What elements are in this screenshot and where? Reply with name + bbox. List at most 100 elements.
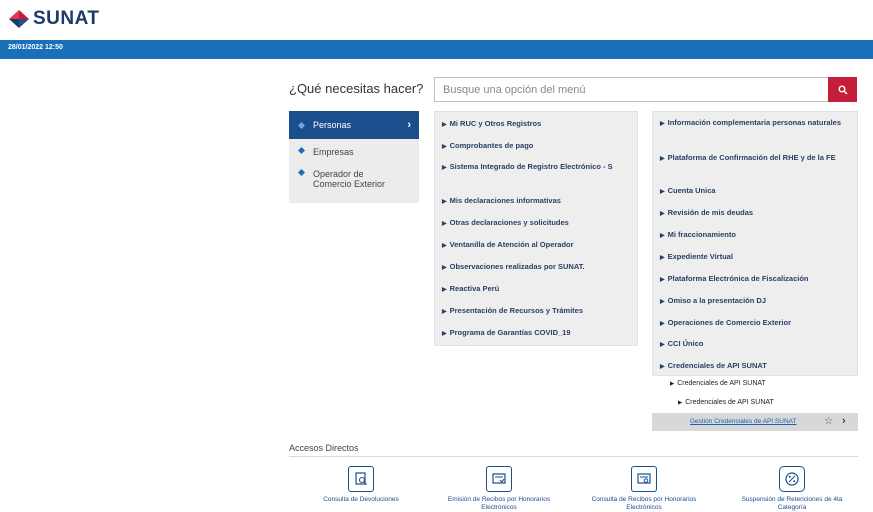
star-icon[interactable]: ☆ [824, 416, 833, 427]
menu-item[interactable]: ▶ Sistema Integrado de Registro Electróni… [442, 162, 634, 174]
menu-item-label: Mis declaraciones informativas [449, 196, 561, 205]
percent-icon [779, 466, 805, 492]
menu-item-label: Ventanilla de Atención al Operador [449, 240, 574, 249]
menu-item-label: Programa de Garantías COVID_19 [449, 328, 571, 337]
triangle-right-icon: ▶ [442, 221, 447, 227]
menu-item[interactable]: ▶ Plataforma Electrónica de Fiscalización [660, 274, 809, 286]
menu-panel-left: ▶ Mi RUC y Otros Registros ▶ Comprobantes … [434, 111, 638, 346]
menu-item[interactable]: ▶ Reactiva Perú [442, 284, 499, 296]
menu-item-label: Operaciones de Comercio Exterior [667, 318, 792, 327]
status-bar: 28/01/2022 12:50 [0, 40, 873, 59]
menu-item-label: CCI Único [667, 339, 704, 348]
diamond-icon [298, 169, 305, 176]
menu-item-label: Mi RUC y Otros Registros [449, 119, 542, 128]
menu-item[interactable]: ▶ Observaciones realizadas por SUNAT. [442, 262, 585, 274]
category-label: Operador de Comercio Exterior [313, 169, 386, 189]
menu-item-label: Información complementaria personas natu… [667, 118, 842, 127]
menu-item[interactable]: ▶ Mis declaraciones informativas [442, 196, 561, 208]
menu-item[interactable]: ▶ Presentación de Recursos y Trámites [442, 306, 583, 318]
menu-item[interactable]: ▶ Programa de Garantías COVID_19 [442, 328, 571, 340]
sunat-logo-icon [9, 10, 29, 28]
question-heading: ¿Qué necesitas hacer? [289, 81, 424, 96]
menu-item[interactable]: ▶ Mi fraccionamiento [660, 230, 736, 242]
menu-item-label: Omiso a la presentación DJ [667, 296, 766, 305]
menu-item-label: Plataforma Electrónica de Fiscalización [667, 274, 809, 283]
acceso-label: Suspensión de Retenciones de 4ta Categor… [741, 496, 843, 511]
category-personas[interactable]: Personas › [289, 111, 419, 139]
gestion-credenciales-link[interactable]: Gestión Credenciales de API SUNAT [690, 418, 796, 425]
menu-item-label: Expediente Virtual [667, 252, 733, 261]
menu-item[interactable]: ▶ Operaciones de Comercio Exterior [660, 318, 791, 330]
menu-item[interactable]: ▶ Ventanilla de Atención al Operador [442, 240, 574, 252]
triangle-right-icon: ▶ [442, 265, 447, 271]
acceso-label: Emisión de Recibos por Honorarios Electr… [447, 496, 551, 511]
search-input[interactable] [434, 77, 828, 102]
menu-item[interactable]: ▶ Revisión de mis deudas [660, 208, 753, 220]
sunat-logo[interactable]: SUNAT [8, 8, 100, 30]
menu-item-label: Mi fraccionamiento [667, 230, 736, 239]
acceso-label: Consulta de Devoluciones [323, 496, 399, 503]
menu-item-label: Reactiva Perú [449, 284, 500, 293]
triangle-right-icon: ▶ [660, 277, 665, 283]
menu-item-selected[interactable]: ▶ Credenciales de API SUNAT [660, 361, 767, 373]
triangle-right-icon: ▶ [660, 121, 665, 127]
menu-item[interactable]: ▶ Plataforma de Confirmación del RHE y de… [660, 153, 855, 165]
acceso-consulta-recibos[interactable]: Consulta de Recibos por Honorarios Elect… [579, 466, 709, 512]
submenu-label: Credenciales de API SUNAT [685, 399, 774, 406]
menu-item-label: Presentación de Recursos y Trámites [449, 306, 584, 315]
acceso-consulta-devoluciones[interactable]: Consulta de Devoluciones [296, 466, 426, 504]
menu-item[interactable]: ▶ Comprobantes de pago [442, 141, 533, 153]
receipt-search-icon [631, 466, 657, 492]
category-label: Personas [313, 120, 352, 130]
submenu-link-row: Gestión Credenciales de API SUNAT ☆ › [652, 413, 858, 431]
category-operador[interactable]: Operador de Comercio Exterior [289, 169, 419, 189]
category-empresas[interactable]: Empresas [289, 147, 419, 157]
category-panel: Personas › Empresas Operador de Comercio… [289, 111, 419, 203]
menu-item-label: Otras declaraciones y solicitudes [449, 218, 569, 227]
menu-item-label: Comprobantes de pago [449, 141, 534, 150]
document-search-icon [348, 466, 374, 492]
triangle-right-icon: ▶ [660, 321, 665, 327]
logo-text: SUNAT [33, 8, 100, 29]
triangle-right-icon: ▶ [670, 381, 675, 387]
menu-item[interactable]: ▶ Otras declaraciones y solicitudes [442, 218, 569, 230]
acceso-suspension-retenciones[interactable]: Suspensión de Retenciones de 4ta Categor… [727, 466, 857, 512]
search-button[interactable] [828, 77, 857, 102]
menu-panel-right: ▶ Información complementaria personas nat… [652, 111, 858, 376]
triangle-right-icon: ▶ [442, 144, 447, 150]
triangle-right-icon: ▶ [660, 211, 665, 217]
submenu-item-level1[interactable]: ▶ Credenciales de API SUNAT [670, 380, 766, 387]
receipt-issue-icon [486, 466, 512, 492]
menu-item[interactable]: ▶ Información complementaria personas nat… [660, 118, 852, 130]
menu-item[interactable]: ▶ Cuenta Unica [660, 186, 716, 198]
menu-item-label: Cuenta Unica [667, 186, 716, 195]
submenu-label: Credenciales de API SUNAT [677, 380, 766, 387]
divider [289, 456, 858, 457]
triangle-right-icon: ▶ [442, 199, 447, 205]
triangle-right-icon: ▶ [660, 233, 665, 239]
chevron-right-icon[interactable]: › [842, 415, 846, 427]
menu-item[interactable]: ▶ Expediente Virtual [660, 252, 733, 264]
triangle-right-icon: ▶ [442, 331, 447, 337]
triangle-right-icon: ▶ [442, 243, 447, 249]
menu-item-label: Plataforma de Confirmación del RHE y de … [667, 153, 836, 162]
menu-item[interactable]: ▶ Omiso a la presentación DJ [660, 296, 766, 308]
category-label: Empresas [313, 147, 354, 157]
menu-item-label: Sistema Integrado de Registro Electrónic… [449, 162, 613, 171]
triangle-right-icon: ▶ [660, 255, 665, 261]
menu-item-label: Observaciones realizadas por SUNAT. [449, 262, 585, 271]
triangle-right-icon: ▶ [442, 309, 447, 315]
diamond-icon [298, 121, 305, 129]
menu-item[interactable]: ▶ Mi RUC y Otros Registros [442, 119, 541, 131]
menu-item-label: Credenciales de API SUNAT [667, 361, 767, 370]
acceso-label: Consulta de Recibos por Honorarios Elect… [591, 496, 697, 511]
triangle-right-icon: ▶ [660, 189, 665, 195]
submenu-item-level2[interactable]: ▶ Credenciales de API SUNAT [678, 399, 774, 406]
acceso-emision-recibos[interactable]: Emisión de Recibos por Honorarios Electr… [434, 466, 564, 512]
triangle-right-icon: ▶ [442, 287, 447, 293]
menu-item[interactable]: ▶ CCI Único [660, 339, 703, 351]
triangle-right-icon: ▶ [660, 364, 665, 370]
triangle-right-icon: ▶ [660, 342, 665, 348]
submenu-panel: ▶ Credenciales de API SUNAT ▶ Credenciales… [652, 376, 858, 413]
top-header: SUNAT [0, 0, 873, 40]
